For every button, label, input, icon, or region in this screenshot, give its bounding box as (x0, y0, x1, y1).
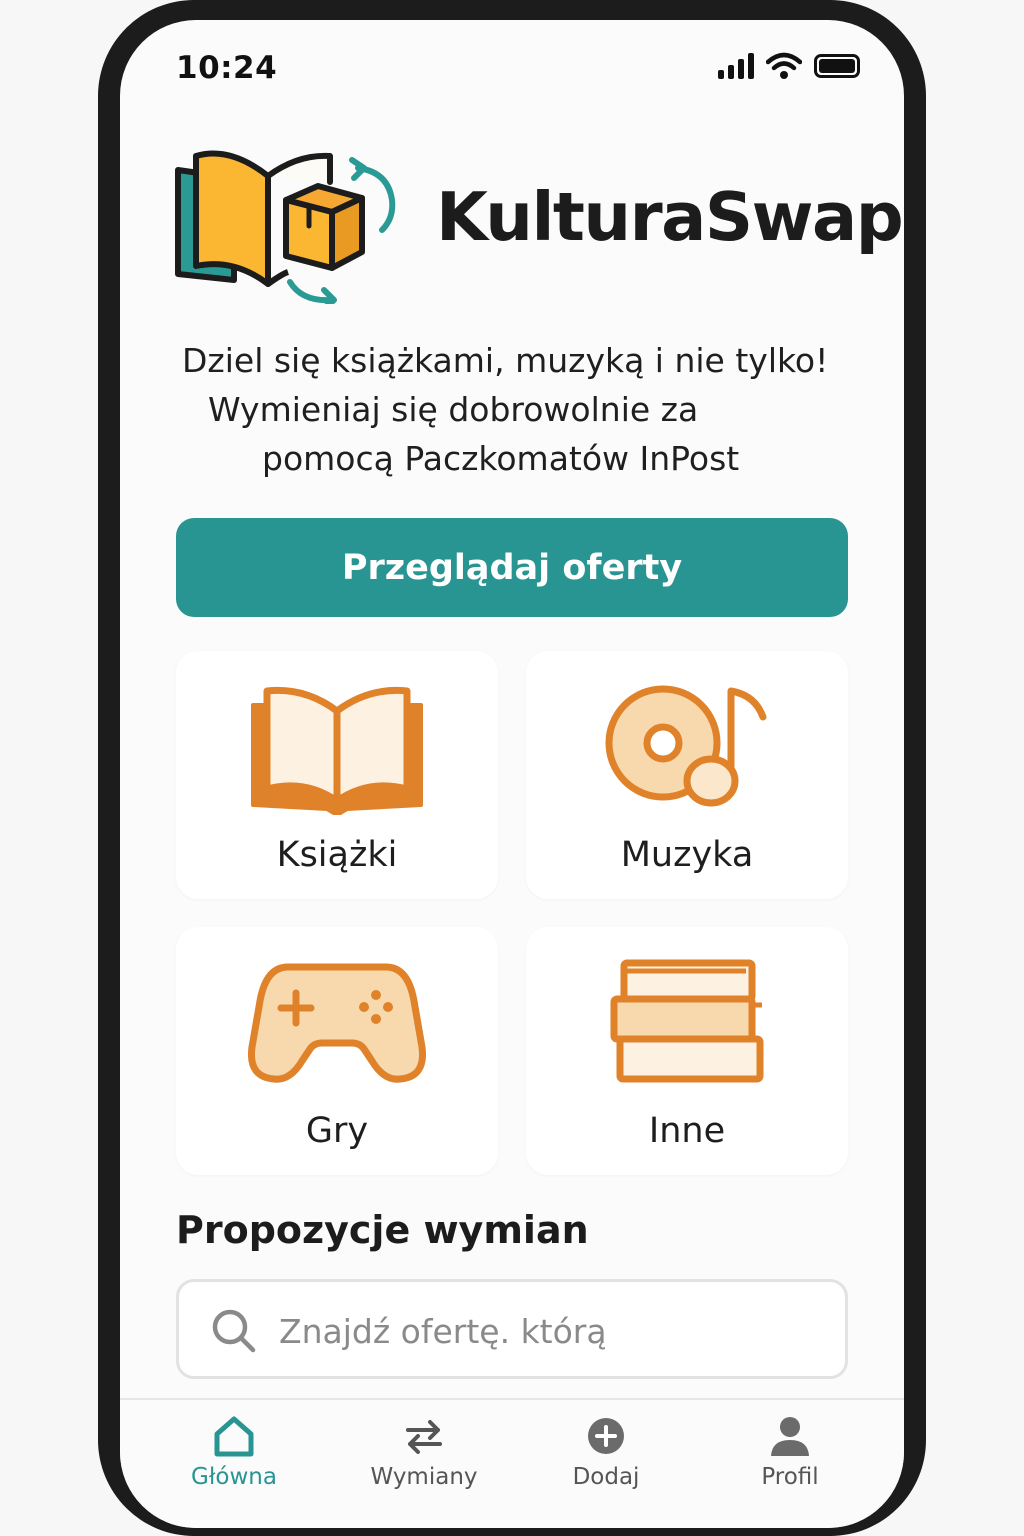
section-title: Propozycje wymian (176, 1208, 589, 1252)
music-disc-icon (605, 685, 767, 807)
tagline-line: Dziel się książkami, muzyką i nie tylko! (182, 341, 829, 380)
nav-item-exchanges[interactable]: Wymiany (344, 1414, 504, 1490)
nav-label: Wymiany (370, 1464, 478, 1490)
book-stack-icon (610, 959, 764, 1083)
search-box[interactable] (176, 1279, 848, 1379)
browse-offers-button[interactable]: Przeglądaj oferty (176, 518, 848, 617)
nav-item-profile[interactable]: Profil (710, 1414, 870, 1490)
gamepad-icon (248, 963, 426, 1083)
swap-arrows-icon (406, 1420, 442, 1454)
wifi-icon (766, 52, 802, 79)
category-card-books[interactable]: Książki (176, 651, 498, 899)
category-label: Inne (648, 1111, 726, 1151)
status-time: 10:24 (176, 50, 278, 86)
home-icon (214, 1416, 254, 1457)
nav-item-add[interactable]: Dodaj (526, 1414, 686, 1490)
phone-frame: 10:24 KulturaSwap Dziel się książkami, m… (98, 0, 926, 1536)
cellular-signal-icon (718, 53, 754, 79)
search-icon (212, 1309, 256, 1353)
nav-item-home[interactable]: Główna (154, 1414, 314, 1490)
battery-icon (814, 54, 860, 78)
person-icon (771, 1417, 809, 1456)
tagline-line: pomocą Paczkomatów InPost (262, 439, 740, 478)
tagline-line: Wymieniaj się dobrowolnie za (208, 390, 699, 429)
nav-label: Główna (191, 1464, 277, 1490)
kulturaswap-logo (175, 150, 396, 304)
app-title: KulturaSwap (436, 178, 904, 256)
nav-label: Profil (761, 1464, 819, 1490)
nav-label: Dodaj (572, 1464, 640, 1490)
status-icons (718, 52, 860, 80)
category-label: Muzyka (620, 835, 754, 875)
bottom-nav: Główna Wymiany Dodaj Profil (120, 1398, 904, 1528)
search-input[interactable] (279, 1306, 819, 1356)
tagline: Dziel się książkami, muzyką i nie tylko!… (160, 336, 864, 483)
category-card-other[interactable]: Inne (526, 927, 848, 1175)
app-screen: 10:24 KulturaSwap Dziel się książkami, m… (120, 20, 904, 1528)
open-book-icon (251, 686, 423, 815)
category-card-games[interactable]: Gry (176, 927, 498, 1175)
category-label: Książki (276, 835, 398, 875)
add-circle-icon (588, 1418, 624, 1454)
category-label: Gry (305, 1111, 369, 1151)
category-card-music[interactable]: Muzyka (526, 651, 848, 899)
